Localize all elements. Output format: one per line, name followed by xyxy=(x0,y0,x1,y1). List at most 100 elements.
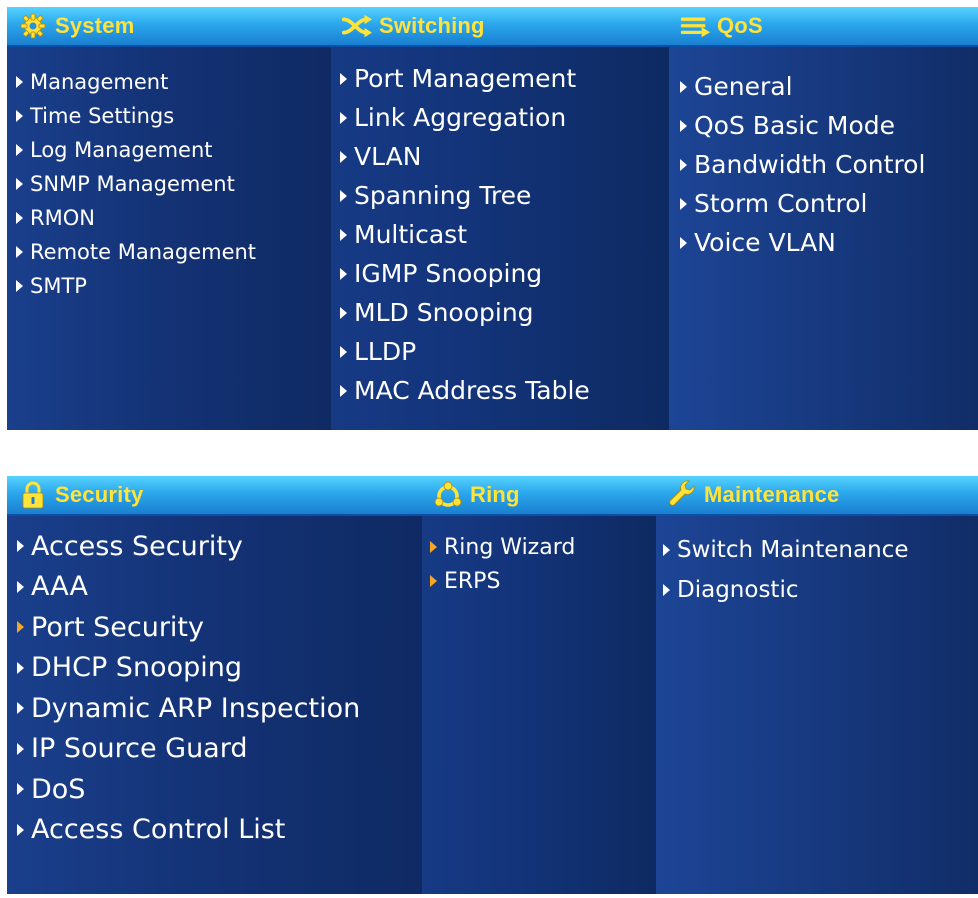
menu-item-ip-source-guard[interactable]: IP Source Guard xyxy=(17,729,422,770)
arrow-right-icon xyxy=(680,80,687,93)
arrow-right-icon xyxy=(17,823,24,836)
maintenance-header[interactable]: Maintenance xyxy=(656,476,978,516)
menu-item-mac-address-table[interactable]: MAC Address Table xyxy=(340,371,669,410)
menu-item-igmp-snooping[interactable]: IGMP Snooping xyxy=(340,254,669,293)
menu-item-dos[interactable]: DoS xyxy=(17,769,422,810)
menu-item-remote-management[interactable]: Remote Management xyxy=(16,235,331,269)
arrow-right-icon xyxy=(17,783,24,796)
menu-item-label: Diagnostic xyxy=(677,577,799,603)
menu-item-vlan[interactable]: VLAN xyxy=(340,137,669,176)
menu-item-label: Ring Wizard xyxy=(444,534,576,560)
menu-item-label: MAC Address Table xyxy=(354,376,590,405)
menu-item-label: IGMP Snooping xyxy=(354,259,543,288)
menu-item-qos-basic-mode[interactable]: QoS Basic Mode xyxy=(680,106,978,145)
menu-item-port-management[interactable]: Port Management xyxy=(340,59,669,98)
menu-item-label: Port Management xyxy=(354,64,577,93)
ring-column: Ring Ring Wizard ERPS xyxy=(422,476,656,894)
menu-item-label: DoS xyxy=(31,773,86,805)
crossed-arrows-icon xyxy=(341,12,373,40)
menu-item-label: MLD Snooping xyxy=(354,298,534,327)
menu-item-general[interactable]: General xyxy=(680,67,978,106)
menu-item-label: Voice VLAN xyxy=(694,228,836,257)
lock-icon xyxy=(17,481,49,509)
menu-item-label: Dynamic ARP Inspection xyxy=(31,692,361,724)
menu-item-access-control-list[interactable]: Access Control List xyxy=(17,810,422,851)
switching-header[interactable]: Switching xyxy=(331,7,669,47)
menu-item-label: Switch Maintenance xyxy=(677,537,909,563)
arrow-right-icon xyxy=(680,197,687,210)
system-title: System xyxy=(55,13,135,38)
menu-item-label: SMTP xyxy=(30,274,87,298)
menu-item-spanning-tree[interactable]: Spanning Tree xyxy=(340,176,669,215)
ring-icon xyxy=(432,481,464,509)
menu-item-label: Spanning Tree xyxy=(354,181,532,210)
arrow-right-icon xyxy=(340,72,347,85)
arrow-right-icon xyxy=(430,541,437,553)
menu-item-dynamic-arp-inspection[interactable]: Dynamic ARP Inspection xyxy=(17,688,422,729)
arrow-right-icon xyxy=(680,119,687,132)
menu-item-aaa[interactable]: AAA xyxy=(17,567,422,608)
maintenance-menu-list: Switch Maintenance Diagnostic xyxy=(656,516,978,610)
qos-header[interactable]: QoS xyxy=(669,7,978,47)
system-menu-list: Management Time Settings Log Management … xyxy=(7,47,331,303)
qos-menu-list: General QoS Basic Mode Bandwidth Control… xyxy=(669,47,978,262)
menu-item-erps[interactable]: ERPS xyxy=(430,564,656,598)
top-menu-panel: System Management Time Settings Log Mana… xyxy=(7,7,978,430)
maintenance-column: Maintenance Switch Maintenance Diagnosti… xyxy=(656,476,978,894)
menu-item-diagnostic[interactable]: Diagnostic xyxy=(663,570,978,610)
arrow-right-icon xyxy=(340,345,347,358)
menu-item-switch-maintenance[interactable]: Switch Maintenance xyxy=(663,530,978,570)
arrow-right-icon xyxy=(17,661,24,674)
menu-item-label: IP Source Guard xyxy=(31,733,248,765)
menu-item-ring-wizard[interactable]: Ring Wizard xyxy=(430,530,656,564)
security-title: Security xyxy=(55,482,144,507)
switching-menu-list: Port Management Link Aggregation VLAN Sp… xyxy=(331,47,669,410)
menu-item-smtp[interactable]: SMTP xyxy=(16,269,331,303)
menu-item-label: Link Aggregation xyxy=(354,103,567,132)
menu-item-label: QoS Basic Mode xyxy=(694,111,896,140)
arrow-right-icon xyxy=(340,228,347,241)
menu-item-access-security[interactable]: Access Security xyxy=(17,526,422,567)
qos-lines-icon xyxy=(679,12,711,40)
arrow-right-icon xyxy=(17,621,24,634)
system-header[interactable]: System xyxy=(7,7,331,47)
arrow-right-icon xyxy=(16,178,23,190)
maintenance-title: Maintenance xyxy=(704,482,840,507)
menu-item-multicast[interactable]: Multicast xyxy=(340,215,669,254)
menu-item-label: ERPS xyxy=(444,568,501,594)
arrow-right-icon xyxy=(16,76,23,88)
menu-item-dhcp-snooping[interactable]: DHCP Snooping xyxy=(17,648,422,689)
menu-item-lldp[interactable]: LLDP xyxy=(340,332,669,371)
menu-item-label: Storm Control xyxy=(694,189,868,218)
menu-item-snmp-management[interactable]: SNMP Management xyxy=(16,167,331,201)
menu-item-port-security[interactable]: Port Security xyxy=(17,607,422,648)
wrench-icon xyxy=(666,480,698,509)
arrow-right-icon xyxy=(340,306,347,319)
menu-item-label: VLAN xyxy=(354,142,422,171)
menu-item-mld-snooping[interactable]: MLD Snooping xyxy=(340,293,669,332)
menu-item-voice-vlan[interactable]: Voice VLAN xyxy=(680,223,978,262)
menu-item-bandwidth-control[interactable]: Bandwidth Control xyxy=(680,145,978,184)
menu-item-link-aggregation[interactable]: Link Aggregation xyxy=(340,98,669,137)
menu-item-storm-control[interactable]: Storm Control xyxy=(680,184,978,223)
security-header[interactable]: Security xyxy=(7,476,422,516)
arrow-right-icon xyxy=(340,189,347,202)
menu-item-label: Bandwidth Control xyxy=(694,150,926,179)
menu-item-label: Access Control List xyxy=(31,814,286,846)
menu-item-log-management[interactable]: Log Management xyxy=(16,133,331,167)
arrow-right-icon xyxy=(340,267,347,280)
menu-item-label: Time Settings xyxy=(30,104,175,128)
ring-title: Ring xyxy=(470,482,520,507)
menu-item-rmon[interactable]: RMON xyxy=(16,201,331,235)
ring-header[interactable]: Ring xyxy=(422,476,656,516)
switching-title: Switching xyxy=(379,13,485,38)
bottom-menu-panel: Security Access Security AAA Port Securi… xyxy=(7,476,978,894)
arrow-right-icon xyxy=(17,702,24,715)
menu-item-time-settings[interactable]: Time Settings xyxy=(16,99,331,133)
security-menu-list: Access Security AAA Port Security DHCP S… xyxy=(7,516,422,850)
menu-item-label: Access Security xyxy=(31,530,243,562)
menu-item-label: RMON xyxy=(30,206,95,230)
menu-item-management[interactable]: Management xyxy=(16,65,331,99)
arrow-right-icon xyxy=(16,246,23,258)
arrow-right-icon xyxy=(16,280,23,292)
